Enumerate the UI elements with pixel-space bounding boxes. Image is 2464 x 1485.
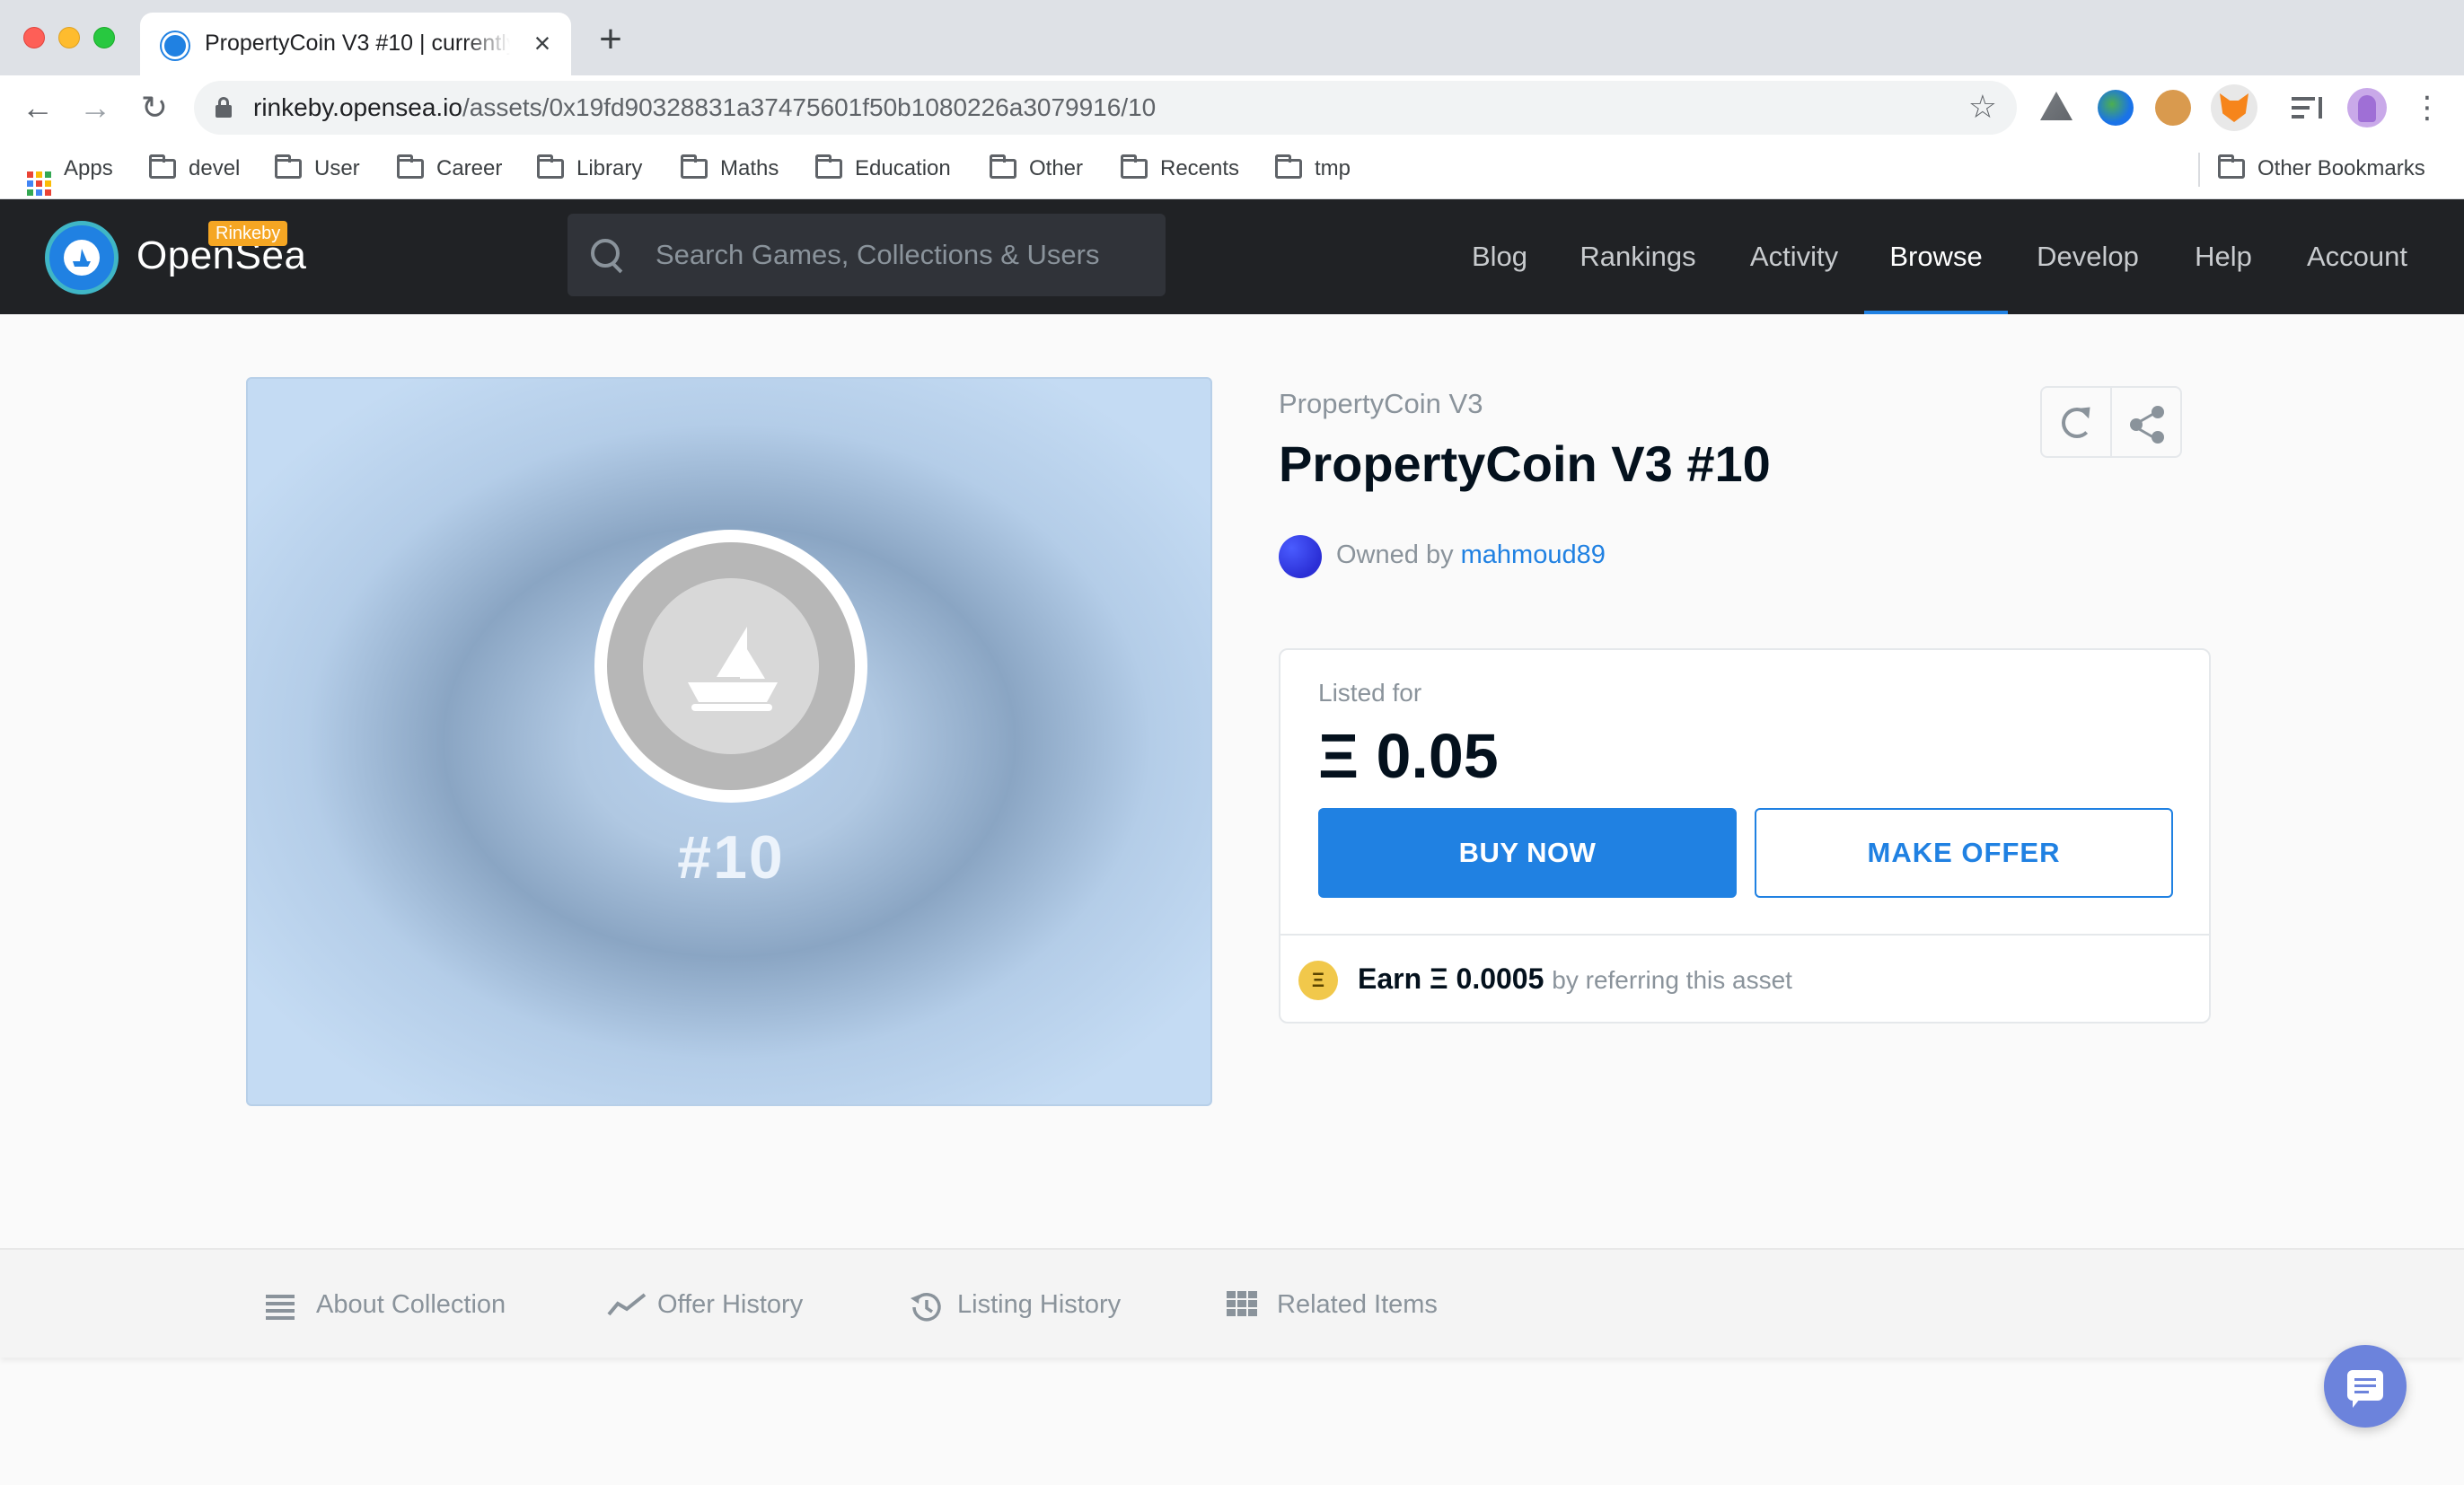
nav-rankings[interactable]: Rankings (1577, 199, 1699, 314)
history-icon (907, 1291, 941, 1322)
owner-avatar[interactable] (1279, 535, 1322, 578)
card-divider (1280, 934, 2209, 936)
bookmark-apps[interactable]: Apps (27, 151, 113, 196)
bookmark-folder-tmp[interactable]: tmp (1275, 151, 1351, 187)
asset-actions (2040, 386, 2182, 458)
eth-coin-icon: Ξ (1298, 961, 1338, 1000)
network-badge: Rinkeby (208, 221, 288, 246)
tab-close-icon[interactable]: × (526, 27, 559, 59)
folder-icon (1275, 154, 1302, 179)
folder-icon (1121, 154, 1148, 179)
owner-link[interactable]: mahmoud89 (1461, 540, 1606, 569)
browser-toolbar: ← → ↻ rinkeby.opensea.io/assets/0x19fd90… (0, 75, 2464, 140)
make-offer-button[interactable]: MAKE OFFER (1755, 808, 2173, 898)
owner-line: Owned by mahmoud89 (1336, 540, 1606, 569)
trend-chart-icon (607, 1291, 647, 1318)
folder-icon (815, 154, 842, 179)
search-input[interactable] (654, 235, 1139, 275)
asset-section-tabs: About Collection Offer History Listing H… (0, 1248, 2464, 1358)
collection-link[interactable]: PropertyCoin V3 (1279, 388, 1483, 420)
grid-icon (1227, 1291, 1257, 1318)
folder-icon (681, 154, 708, 179)
bookmark-folder-other-bookmarks[interactable]: Other Bookmarks (2218, 151, 2425, 187)
asset-title: PropertyCoin V3 #10 (1279, 435, 1771, 492)
cookie-extension-icon[interactable] (2155, 90, 2191, 126)
lock-icon[interactable] (216, 97, 232, 118)
tab-about-collection[interactable]: About Collection (266, 1250, 506, 1359)
ship-icon (682, 618, 779, 715)
bookmarks-separator (2198, 153, 2200, 187)
bookmark-folder-education[interactable]: Education (815, 151, 951, 187)
nav-browse[interactable]: Browse (1864, 199, 2008, 314)
url-text[interactable]: rinkeby.opensea.io/assets/0x19fd90328831… (253, 93, 1156, 122)
asset-image[interactable]: #10 (246, 377, 1212, 1106)
referral-text[interactable]: Earn Ξ 0.0005 by referring this asset (1358, 962, 1792, 996)
bookmark-folder-user[interactable]: User (275, 151, 360, 187)
folder-icon (2218, 154, 2245, 179)
buy-now-button[interactable]: BUY NOW (1318, 808, 1737, 898)
bookmark-folder-recents[interactable]: Recents (1121, 151, 1239, 187)
apps-grid-icon (27, 171, 51, 196)
share-icon[interactable] (2128, 404, 2168, 444)
browser-tab-strip: PropertyCoin V3 #10 | currently on sale … (0, 0, 2464, 75)
metamask-fox-icon[interactable] (2211, 84, 2257, 131)
maximize-window-button[interactable] (93, 27, 115, 48)
site-search[interactable] (568, 214, 1166, 296)
address-bar[interactable]: rinkeby.opensea.io/assets/0x19fd90328831… (194, 81, 2017, 135)
profile-avatar[interactable] (2347, 88, 2387, 127)
asset-image-label: #10 (677, 823, 785, 892)
folder-icon (537, 154, 564, 179)
new-tab-icon[interactable]: + (593, 20, 629, 59)
tab-related-items[interactable]: Related Items (1227, 1250, 1438, 1359)
bookmark-folder-maths[interactable]: Maths (681, 151, 779, 187)
tab-listing-history[interactable]: Listing History (907, 1250, 1121, 1359)
tab-title: PropertyCoin V3 #10 | currently on sale (205, 31, 510, 56)
minimize-window-button[interactable] (58, 27, 80, 48)
globe-extension-icon[interactable] (2098, 90, 2134, 126)
browser-menu-icon[interactable]: ⋮ (2412, 88, 2442, 127)
opensea-logo-icon[interactable] (45, 221, 119, 294)
bookmarks-bar: Apps devel User Career Library Maths Edu… (0, 140, 2464, 199)
nav-account[interactable]: Account (2299, 199, 2416, 314)
search-icon (591, 239, 623, 271)
folder-icon (397, 154, 424, 179)
listed-for-label: Listed for (1318, 679, 1422, 707)
close-window-button[interactable] (23, 27, 45, 48)
refresh-icon[interactable] (2058, 404, 2094, 440)
chat-button[interactable] (2324, 1345, 2407, 1428)
nav-blog[interactable]: Blog (1465, 199, 1534, 314)
bookmark-folder-devel[interactable]: devel (149, 151, 240, 187)
nav-help[interactable]: Help (2187, 199, 2259, 314)
bookmark-folder-other[interactable]: Other (990, 151, 1083, 187)
nav-activity[interactable]: Activity (1744, 199, 1844, 314)
folder-icon (990, 154, 1016, 179)
bookmark-star-icon[interactable]: ☆ (1968, 88, 1997, 126)
folder-icon (149, 154, 176, 179)
tab-offer-history[interactable]: Offer History (607, 1250, 803, 1359)
back-arrow-icon[interactable]: ← (18, 88, 57, 127)
bookmark-folder-career[interactable]: Career (397, 151, 502, 187)
nav-develop[interactable]: Develop (2029, 199, 2146, 314)
coin-graphic (594, 530, 867, 803)
forward-arrow-icon[interactable]: → (75, 88, 115, 127)
price-card: Listed for Ξ 0.05 BUY NOW MAKE OFFER Ξ E… (1279, 648, 2211, 1024)
reload-icon[interactable]: ↻ (135, 88, 174, 127)
price-value: Ξ 0.05 (1318, 721, 1499, 791)
opensea-favicon-icon (162, 32, 189, 59)
folder-icon (275, 154, 302, 179)
bookmark-folder-library[interactable]: Library (537, 151, 642, 187)
browser-tab-active[interactable]: PropertyCoin V3 #10 | currently on sale … (140, 13, 571, 75)
google-drive-extension-icon[interactable] (2040, 92, 2072, 120)
site-header: OpenSea Rinkeby Blog Rankings Activity B… (0, 199, 2464, 314)
media-queue-icon[interactable] (2292, 92, 2324, 124)
list-icon (266, 1291, 296, 1320)
chat-bubble-icon (2347, 1370, 2383, 1408)
